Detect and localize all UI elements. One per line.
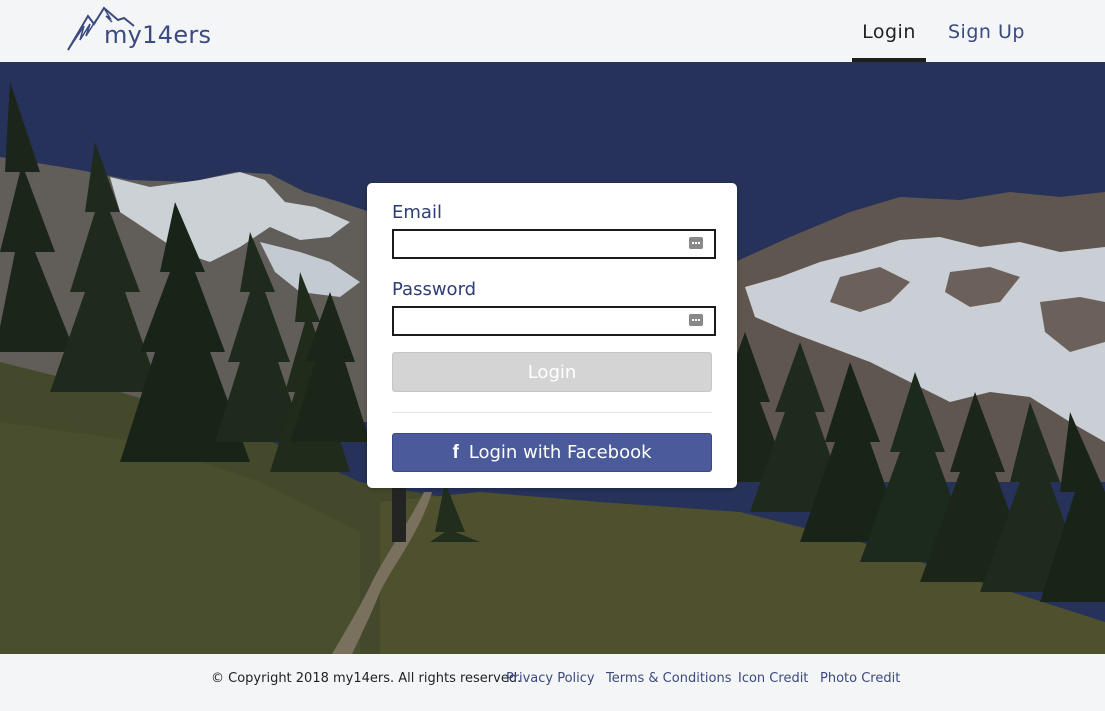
- password-label: Password: [392, 279, 477, 300]
- logo[interactable]: my14ers: [66, 6, 211, 54]
- nav-signup-link[interactable]: Sign Up: [948, 21, 1025, 44]
- photo-credit-link[interactable]: Photo Credit: [820, 671, 900, 686]
- email-field[interactable]: [392, 229, 716, 259]
- email-label: Email: [392, 202, 442, 223]
- facebook-login-button[interactable]: f Login with Facebook: [392, 433, 712, 472]
- divider: [392, 412, 712, 413]
- facebook-login-label: Login with Facebook: [468, 442, 652, 463]
- password-field[interactable]: [392, 306, 716, 336]
- privacy-policy-link[interactable]: Privacy Policy: [506, 671, 595, 686]
- top-nav-bar: my14ers Login Sign Up: [0, 0, 1105, 62]
- logo-text: my14ers: [104, 21, 212, 49]
- terms-link[interactable]: Terms & Conditions: [606, 671, 732, 686]
- autofill-key-icon[interactable]: [689, 237, 703, 249]
- footer: © Copyright 2018 my14ers. All rights res…: [0, 654, 1105, 711]
- login-button[interactable]: Login: [392, 352, 712, 392]
- login-card: Email Password Login f Login with Facebo…: [367, 183, 737, 488]
- facebook-icon: f: [452, 441, 459, 463]
- nav-login-link[interactable]: Login: [852, 21, 926, 44]
- icon-credit-link[interactable]: Icon Credit: [738, 671, 808, 686]
- copyright-text: © Copyright 2018 my14ers. All rights res…: [211, 671, 522, 686]
- autofill-key-icon[interactable]: [689, 314, 703, 326]
